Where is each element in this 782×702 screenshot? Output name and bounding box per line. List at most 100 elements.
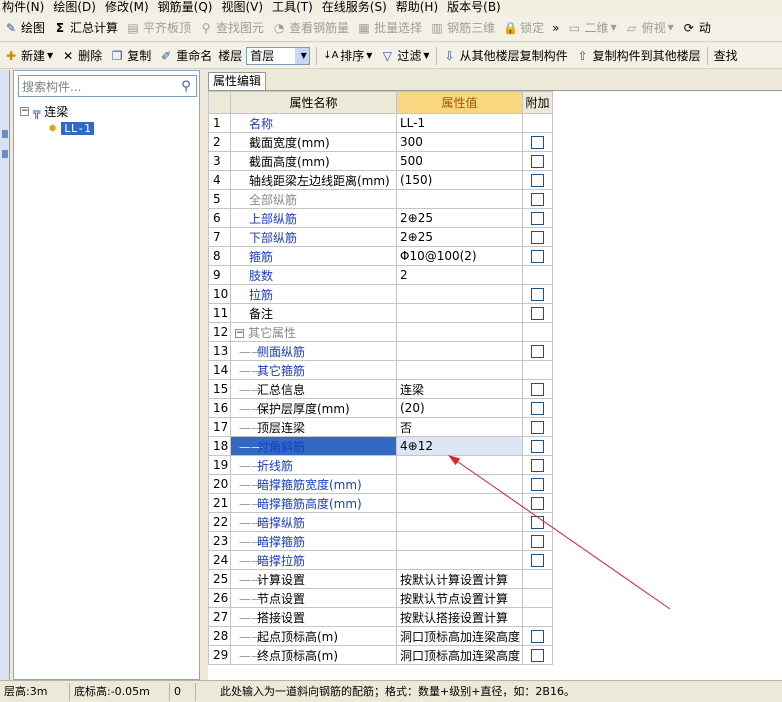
property-value-cell[interactable]: (20) xyxy=(396,398,523,418)
table-row[interactable]: 29 ——终点顶标高(m) 洞口顶标高加连梁高度 xyxy=(208,645,553,665)
property-name-cell[interactable]: ——侧面纵筋 xyxy=(230,341,397,361)
property-name-cell[interactable]: ——折线筋 xyxy=(230,455,397,475)
property-name-cell[interactable]: ——暗撑箍筋宽度(mm) xyxy=(230,474,397,494)
property-value-cell[interactable] xyxy=(396,493,523,513)
tree-node-root[interactable]: − ╦ 连梁 xyxy=(20,103,94,120)
table-row[interactable]: 18 ——对角斜筋 4⊕12 xyxy=(208,436,553,456)
table-row[interactable]: 13 ——侧面纵筋 xyxy=(208,341,553,361)
property-value-cell[interactable] xyxy=(396,531,523,551)
left-dock-strip[interactable] xyxy=(0,70,10,680)
menu-item-online[interactable]: 在线服务(S) xyxy=(320,1,394,13)
property-value-cell[interactable]: LL-1 xyxy=(396,113,523,133)
property-name-cell[interactable]: ——终点顶标高(m) xyxy=(230,645,397,665)
attach-checkbox[interactable] xyxy=(531,535,544,548)
property-value-cell[interactable]: 2 xyxy=(396,265,523,285)
attach-checkbox[interactable] xyxy=(531,402,544,415)
attach-header[interactable]: 附加 xyxy=(522,91,553,114)
property-value-cell[interactable] xyxy=(396,474,523,494)
attach-checkbox[interactable] xyxy=(531,231,544,244)
menu-item-modify[interactable]: 修改(M) xyxy=(103,1,156,13)
attach-checkbox[interactable] xyxy=(531,459,544,472)
table-row[interactable]: 11 备注 xyxy=(208,303,553,323)
table-row[interactable]: 19 ——折线筋 xyxy=(208,455,553,475)
property-name-cell[interactable]: − 其它属性 xyxy=(230,322,397,342)
table-row[interactable]: 14 ——其它箍筋 xyxy=(208,360,553,380)
filter-button[interactable]: ▽ 过滤 ▼ xyxy=(376,45,433,67)
floor-select[interactable]: 首层 ▼ xyxy=(246,46,311,65)
property-name-cell[interactable]: ——起点顶标高(m) xyxy=(230,626,397,646)
table-row[interactable]: 22 ——暗撑纵筋 xyxy=(208,512,553,532)
property-name-header[interactable]: 属性名称 xyxy=(230,91,397,114)
attach-checkbox[interactable] xyxy=(531,516,544,529)
property-value-cell[interactable] xyxy=(396,189,523,209)
search-component-input[interactable]: 搜索构件... ⚲ xyxy=(18,75,197,97)
property-value-cell[interactable]: 连梁 xyxy=(396,379,523,399)
property-value-cell[interactable]: 2⊕25 xyxy=(396,208,523,228)
find-button[interactable]: 查找 xyxy=(710,45,742,67)
property-value-cell[interactable]: 否 xyxy=(396,417,523,437)
property-value-cell[interactable]: 300 xyxy=(396,132,523,152)
property-name-cell[interactable]: 名称 xyxy=(230,113,397,133)
property-value-cell[interactable]: (150) xyxy=(396,170,523,190)
property-name-cell[interactable]: ——其它箍筋 xyxy=(230,360,397,380)
collapse-icon[interactable]: − xyxy=(235,328,244,338)
property-value-cell[interactable]: 4⊕12 xyxy=(396,436,523,456)
attach-checkbox[interactable] xyxy=(531,478,544,491)
property-name-cell[interactable]: ——暗撑箍筋高度(mm) xyxy=(230,493,397,513)
menu-item-rebar-qty[interactable]: 钢筋量(Q) xyxy=(156,1,220,13)
copy-to-floor-button[interactable]: ⇧ 复制构件到其他楼层 xyxy=(572,45,705,67)
property-name-cell[interactable]: 轴线距梁左边线距离(mm) xyxy=(230,170,397,190)
menu-item-tools[interactable]: 工具(T) xyxy=(270,1,320,13)
table-row[interactable]: 20 ——暗撑箍筋宽度(mm) xyxy=(208,474,553,494)
property-name-cell[interactable]: ——计算设置 xyxy=(230,569,397,589)
lock-button[interactable]: 🔒 锁定 xyxy=(499,17,548,39)
tab-property-edit[interactable]: 属性编辑 xyxy=(208,72,266,90)
property-name-cell[interactable]: 备注 xyxy=(230,303,397,323)
property-name-cell[interactable]: 截面宽度(mm) xyxy=(230,132,397,152)
collapse-icon[interactable]: − xyxy=(20,107,29,116)
property-name-cell[interactable]: ——汇总信息 xyxy=(230,379,397,399)
attach-checkbox[interactable] xyxy=(531,345,544,358)
table-row[interactable]: 26 ——节点设置 按默认节点设置计算 xyxy=(208,588,553,608)
copy-from-floor-button[interactable]: ⇩ 从其他楼层复制构件 xyxy=(439,45,572,67)
property-value-cell[interactable] xyxy=(396,322,523,342)
property-value-cell[interactable] xyxy=(396,550,523,570)
table-row[interactable]: 8 箍筋 Φ10@100(2) xyxy=(208,246,553,266)
attach-checkbox[interactable] xyxy=(531,630,544,643)
attach-checkbox[interactable] xyxy=(531,174,544,187)
property-name-cell[interactable]: ——暗撑拉筋 xyxy=(230,550,397,570)
property-name-cell[interactable]: 上部纵筋 xyxy=(230,208,397,228)
delete-button[interactable]: ✕ 删除 xyxy=(57,45,106,67)
copy-button[interactable]: ❐ 复制 xyxy=(106,45,155,67)
flush-slab-button[interactable]: ▤ 平齐板顶 xyxy=(122,17,195,39)
attach-checkbox[interactable] xyxy=(531,307,544,320)
table-row[interactable]: 3 截面高度(mm) 500 xyxy=(208,151,553,171)
menu-item-help[interactable]: 帮助(H) xyxy=(394,1,445,13)
menu-item-version[interactable]: 版本号(B) xyxy=(445,1,508,13)
property-value-cell[interactable]: 按默认节点设置计算 xyxy=(396,588,523,608)
view-2d-dropdown[interactable]: ▭ 二维 ▼ xyxy=(563,17,620,39)
property-value-cell[interactable]: 500 xyxy=(396,151,523,171)
property-value-header[interactable]: 属性值 xyxy=(396,91,523,114)
table-row[interactable]: 15 ——汇总信息 连梁 xyxy=(208,379,553,399)
property-name-cell[interactable]: 全部纵筋 xyxy=(230,189,397,209)
draw-button[interactable]: ✎ 绘图 xyxy=(0,17,49,39)
property-value-cell[interactable] xyxy=(396,341,523,361)
table-row[interactable]: 17 ——顶层连梁否 xyxy=(208,417,553,437)
property-name-cell[interactable]: ——保护层厚度(mm) xyxy=(230,398,397,418)
table-row[interactable]: 12− 其它属性 xyxy=(208,322,553,342)
table-row[interactable]: 16 ——保护层厚度(mm) (20) xyxy=(208,398,553,418)
table-row[interactable]: 9 肢数 2 xyxy=(208,265,553,285)
property-value-cell[interactable]: 2⊕25 xyxy=(396,227,523,247)
property-name-cell[interactable]: 肢数 xyxy=(230,265,397,285)
table-row[interactable]: 10 拉筋 xyxy=(208,284,553,304)
table-row[interactable]: 28 ——起点顶标高(m) 洞口顶标高加连梁高度 xyxy=(208,626,553,646)
property-value-cell[interactable]: 洞口顶标高加连梁高度 xyxy=(396,626,523,646)
table-row[interactable]: 21 ——暗撑箍筋高度(mm) xyxy=(208,493,553,513)
property-value-cell[interactable] xyxy=(396,303,523,323)
view-rebar-qty-button[interactable]: ◔ 查看钢筋量 xyxy=(268,17,353,39)
attach-checkbox[interactable] xyxy=(531,212,544,225)
attach-checkbox[interactable] xyxy=(531,250,544,263)
table-row[interactable]: 5 全部纵筋 xyxy=(208,189,553,209)
property-name-cell[interactable]: ——节点设置 xyxy=(230,588,397,608)
